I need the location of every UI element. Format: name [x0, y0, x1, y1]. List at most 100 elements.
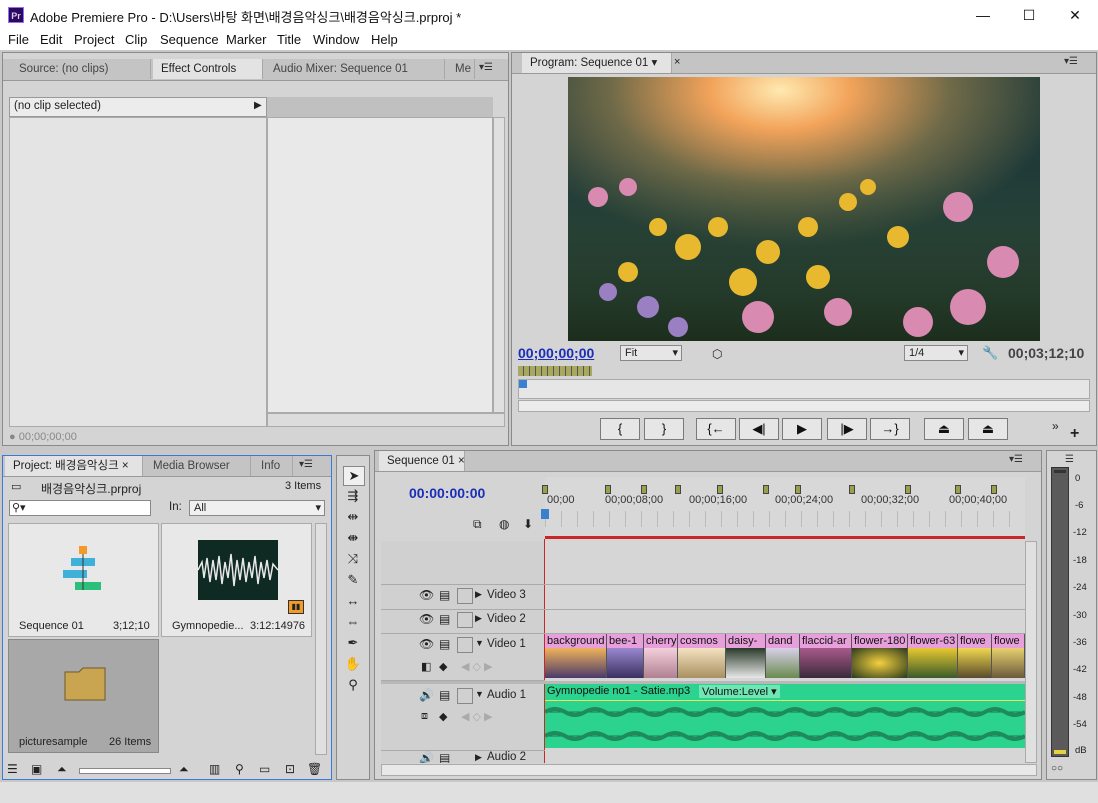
timeline-marker[interactable] — [605, 485, 611, 494]
menu-clip[interactable]: Clip — [125, 32, 147, 47]
globe-icon[interactable]: ◍ — [499, 517, 509, 531]
minimize-button[interactable]: — — [960, 0, 1006, 30]
expand-arrow-icon[interactable]: ▶ — [475, 613, 482, 624]
filmstrip-icon[interactable]: ▤ — [439, 688, 450, 702]
play-button[interactable]: ▶ — [782, 418, 822, 440]
panel-menu-icon[interactable]: ▾☰ — [1064, 56, 1078, 67]
speaker-icon[interactable]: 🔊 — [419, 751, 434, 763]
close-tab-icon[interactable]: × — [674, 56, 680, 68]
waveform-display-icon[interactable]: ⧈ — [421, 710, 428, 723]
volume-level-dropdown[interactable]: Volume:Level ▾ — [699, 685, 780, 698]
timeline-marker[interactable] — [717, 485, 723, 494]
tab-metadata[interactable]: Me — [447, 59, 475, 79]
timeline-timecode[interactable]: 00:00:00:00 — [409, 485, 485, 501]
collapse-arrow-icon[interactable]: ▼ — [475, 638, 484, 648]
new-bin-icon[interactable]: ▭ — [259, 762, 270, 776]
menu-sequence[interactable]: Sequence — [160, 32, 219, 47]
project-item-sequence[interactable]: Sequence 01 3;12;10 — [8, 523, 159, 637]
tab-effect-controls[interactable]: Effect Controls — [153, 59, 263, 79]
panel-menu-icon[interactable]: ▾☰ — [479, 62, 493, 73]
menu-file[interactable]: File — [8, 32, 29, 47]
pen-tool-icon[interactable]: ✒ — [343, 634, 363, 652]
more-controls-icon[interactable]: » — [1052, 419, 1059, 433]
timeline-marker[interactable] — [675, 485, 681, 494]
delete-icon[interactable]: 🗑 — [307, 762, 322, 776]
zoom-scrollbar[interactable] — [518, 400, 1090, 412]
in-dropdown[interactable]: All ▾ — [189, 500, 325, 516]
menu-edit[interactable]: Edit — [40, 32, 62, 47]
close-button[interactable]: ✕ — [1052, 0, 1098, 30]
add-button-icon[interactable]: + — [1070, 425, 1079, 443]
mark-out-button[interactable]: } — [644, 418, 684, 440]
timeline-marker[interactable] — [542, 485, 548, 494]
eye-icon[interactable]: 👁 — [419, 637, 434, 651]
find-icon[interactable]: ⚲ — [235, 762, 244, 776]
solo-buttons-icon[interactable]: ○○ — [1051, 763, 1063, 774]
tab-project[interactable]: Project: 배경음악싱크 × — [5, 456, 143, 476]
menu-project[interactable]: Project — [74, 32, 114, 47]
panel-menu-icon[interactable]: ▾☰ — [1009, 454, 1023, 465]
keyframe-icon[interactable]: ◆ — [439, 660, 447, 673]
automate-to-sequence-icon[interactable]: ▥ — [209, 762, 220, 776]
menu-help[interactable]: Help — [371, 32, 398, 47]
fit-dropdown[interactable]: Fit ▾ — [620, 345, 682, 361]
project-item-audio[interactable]: ▮▮ Gymnopedie... 3:12:14976 — [161, 523, 312, 637]
project-search-input[interactable]: ⚲▾ — [9, 500, 151, 516]
filmstrip-icon[interactable]: ▤ — [439, 637, 450, 651]
razor-tool-icon[interactable]: ✎ — [343, 571, 363, 589]
thumbnail-size-slider[interactable] — [79, 768, 171, 774]
lock-toggle[interactable] — [457, 588, 473, 604]
expand-arrow-icon[interactable]: ▶ — [475, 752, 482, 763]
timeline-marker[interactable] — [955, 485, 961, 494]
video-clip[interactable]: dand — [766, 634, 800, 678]
filmstrip-icon[interactable]: ▤ — [439, 612, 450, 626]
project-scrollbar[interactable] — [315, 523, 327, 755]
tab-sequence[interactable]: Sequence 01 × — [379, 451, 465, 471]
extract-button[interactable]: ⏏ — [968, 418, 1008, 440]
lock-toggle[interactable] — [457, 688, 473, 704]
video-clip[interactable]: flower-63 — [908, 634, 958, 678]
ripple-edit-tool-icon[interactable]: ⇹ — [343, 508, 363, 526]
rate-stretch-tool-icon[interactable]: ⤨ — [343, 550, 363, 568]
timeline-marker[interactable] — [763, 485, 769, 494]
audio-clip[interactable]: Gymnopedie no1 - Satie.mp3 Volume:Level … — [545, 684, 1025, 748]
zoom-out-icon[interactable]: ⏶ — [57, 762, 67, 777]
vertical-scrollbar[interactable] — [493, 117, 505, 413]
lift-button[interactable]: ⏏ — [924, 418, 964, 440]
timeline-ruler[interactable]: 00;00 00;00;08;00 00;00;16;00 00;00;24;0… — [541, 477, 1025, 539]
video-clip[interactable]: flowe — [992, 634, 1025, 678]
program-timecode-current[interactable]: 00;00;00;00 — [518, 345, 594, 361]
go-to-in-button[interactable]: {← — [696, 418, 736, 440]
tab-info[interactable]: Info — [253, 456, 293, 476]
timeline-marker[interactable] — [795, 485, 801, 494]
video-clip[interactable]: daisy- — [726, 634, 766, 678]
display-style-icon[interactable]: ◧ — [421, 660, 431, 673]
slip-tool-icon[interactable]: ↔ — [343, 592, 363, 610]
filmstrip-icon[interactable]: ▤ — [439, 751, 450, 763]
zoom-tool-icon[interactable]: ⚲ — [343, 676, 363, 694]
keyframe-nav-icon[interactable]: ◀ ◇ ▶ — [461, 710, 493, 723]
timeline-horizontal-scrollbar[interactable] — [381, 764, 1037, 776]
timeline-marker[interactable] — [641, 485, 647, 494]
tab-source[interactable]: Source: (no clips) — [11, 59, 151, 79]
program-time-ruler[interactable] — [518, 379, 1090, 399]
collapse-arrow-icon[interactable]: ▼ — [475, 689, 484, 699]
rolling-edit-tool-icon[interactable]: ⇼ — [343, 529, 363, 547]
volume-rubber-band[interactable] — [545, 700, 1025, 701]
speaker-icon[interactable]: 🔊 — [419, 688, 434, 702]
work-area-bar[interactable] — [545, 536, 1025, 539]
maximize-button[interactable]: ☐ — [1006, 0, 1052, 30]
panel-menu-icon[interactable]: ☰ — [1065, 454, 1074, 465]
keyframe-icon[interactable]: ◆ — [439, 710, 447, 723]
wrench-icon[interactable]: 🔧 — [982, 345, 998, 361]
mark-in-button[interactable]: { — [600, 418, 640, 440]
video-clip[interactable]: flaccid-ar — [800, 634, 852, 678]
step-forward-button[interactable]: |▶ — [827, 418, 867, 440]
eye-icon[interactable]: 👁 — [419, 588, 434, 602]
keyframe-nav-icon[interactable]: ◀ ◇ ▶ — [461, 660, 493, 673]
slide-tool-icon[interactable]: ⇔ — [343, 613, 363, 631]
track-select-tool-icon[interactable]: ⇶ — [343, 487, 363, 505]
go-to-out-button[interactable]: →} — [870, 418, 910, 440]
snap-icon[interactable]: ⧉ — [473, 517, 482, 532]
lock-toggle[interactable] — [457, 612, 473, 628]
